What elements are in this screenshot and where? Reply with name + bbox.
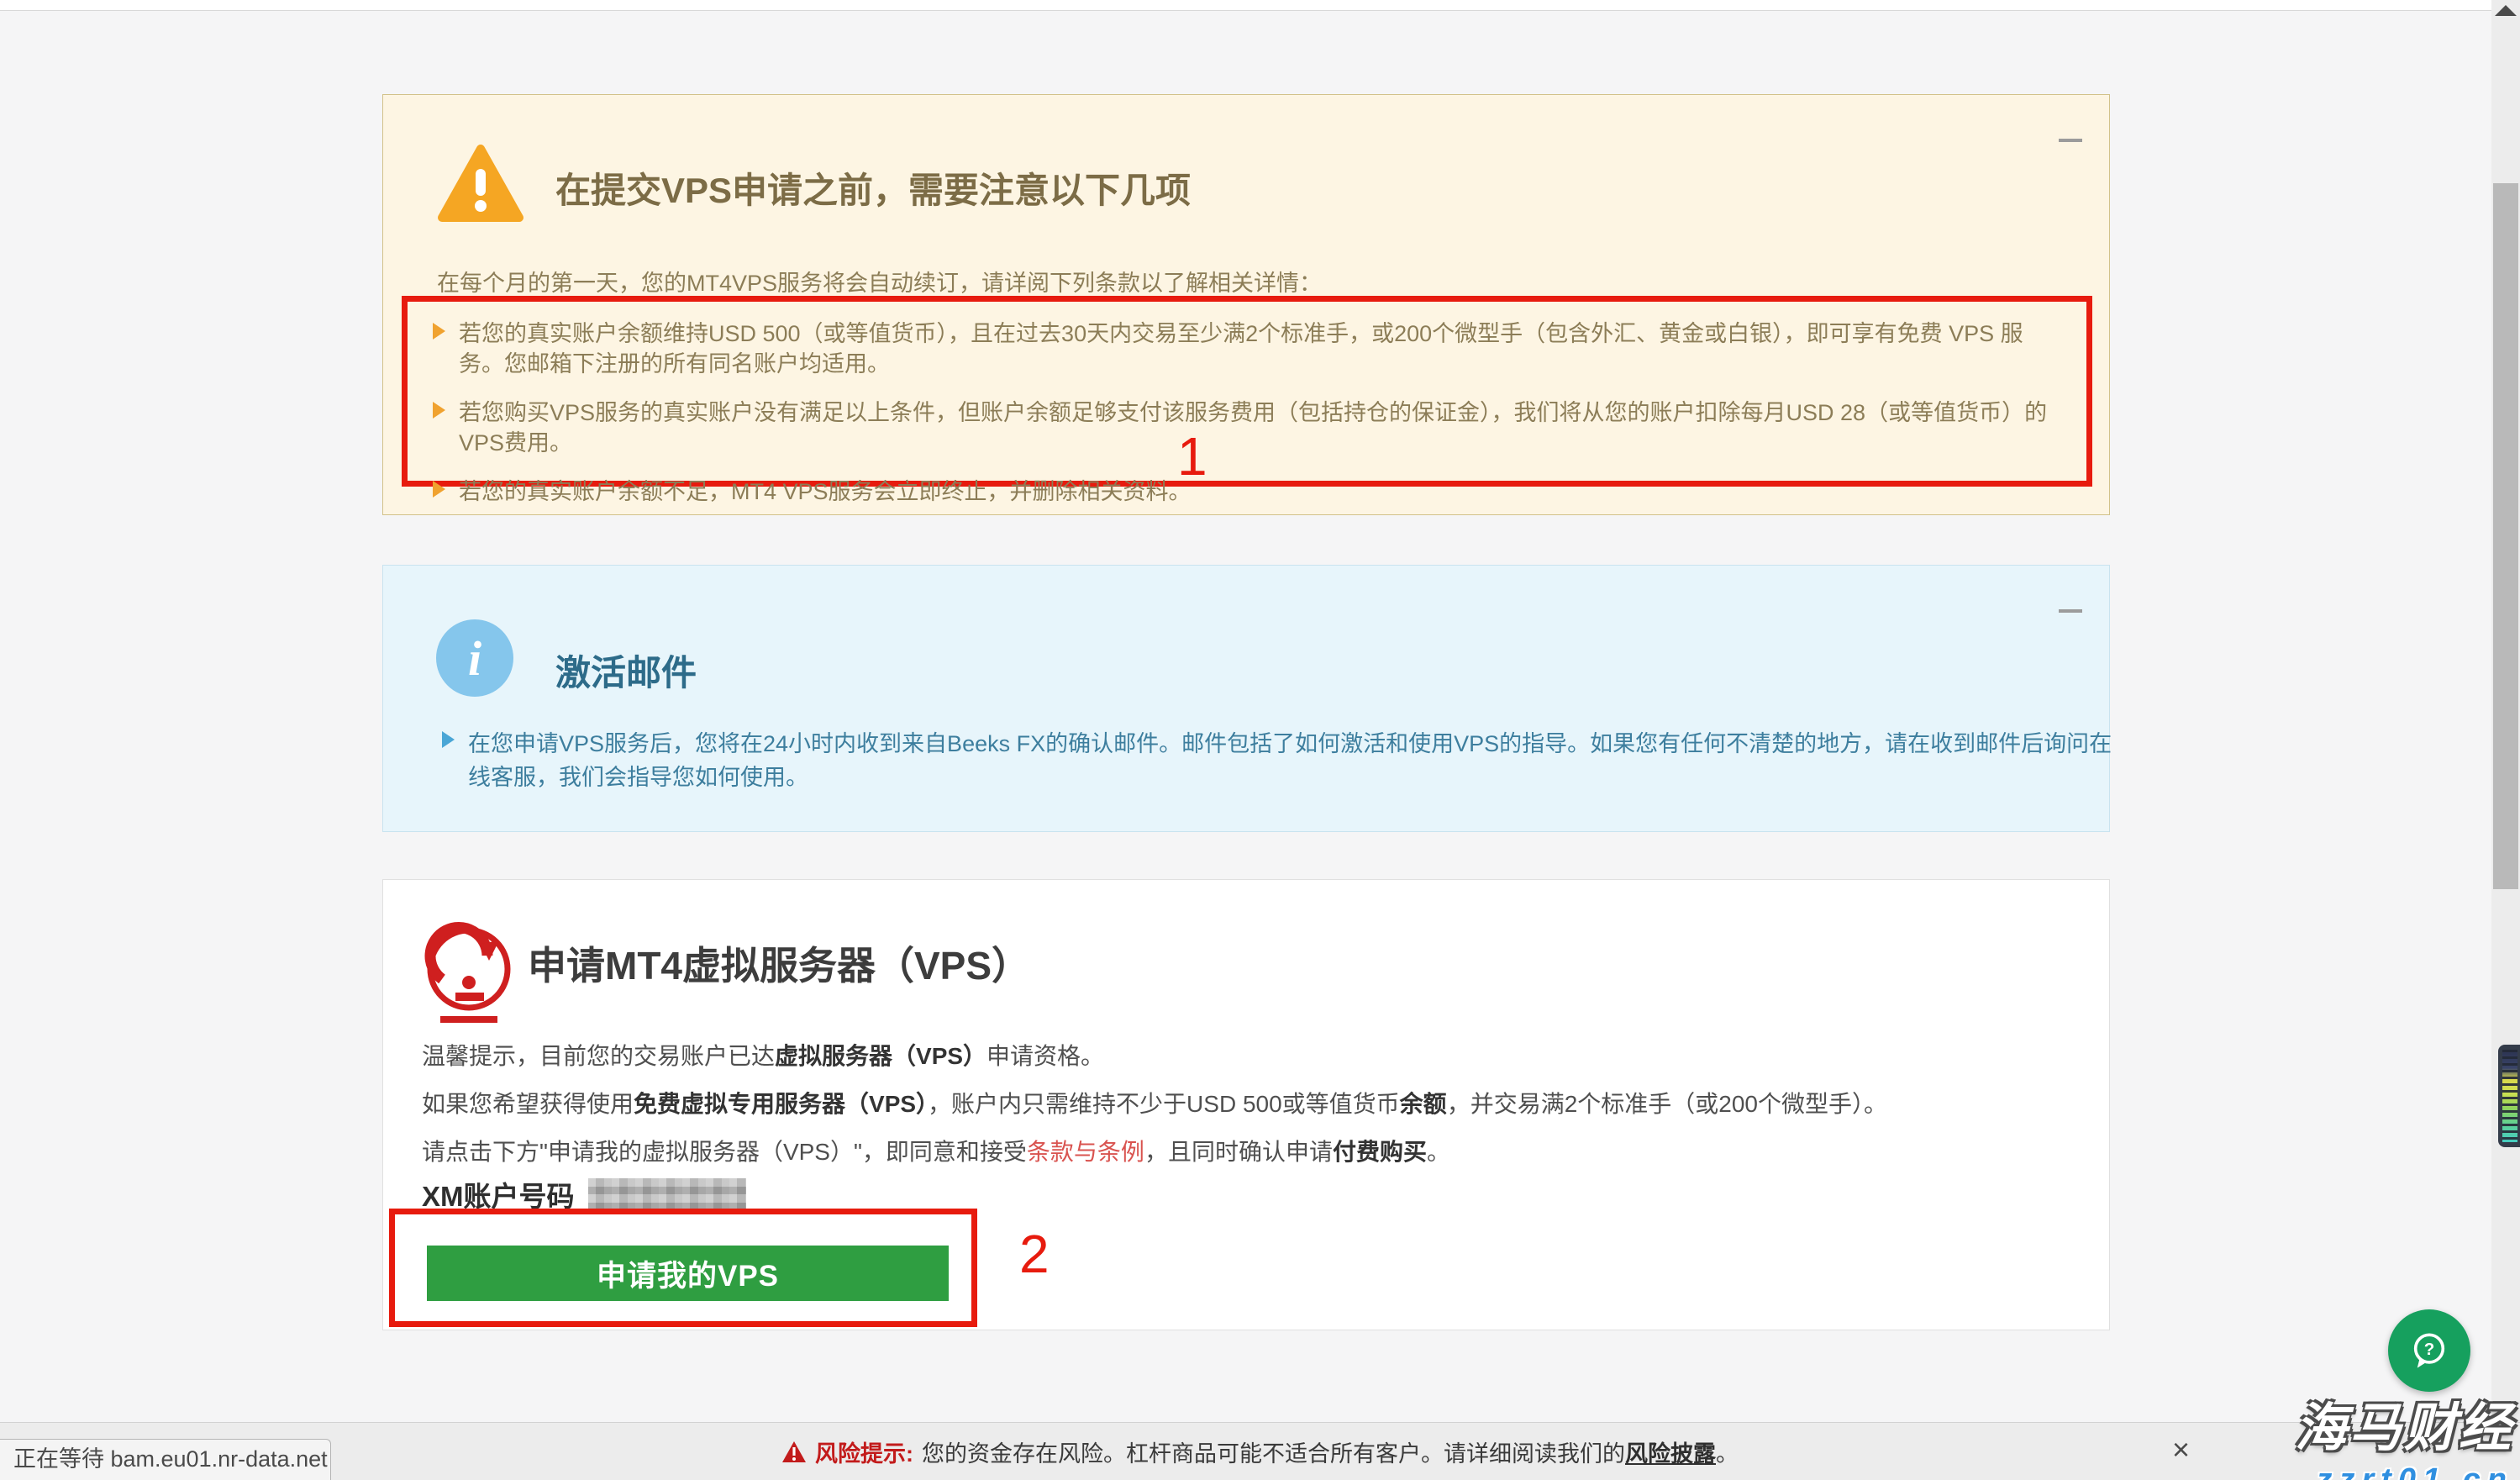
warning-item-text: 若您购买VPS服务的真实账户没有满足以上条件，但账户余额足够支付该服务费用（包括… [459, 398, 2055, 458]
risk-warning-icon [781, 1440, 807, 1463]
info-icon: i [436, 619, 513, 697]
text-run: 申请资格。 [986, 1043, 1104, 1069]
text-run: ，并交易满2个标准手（或200个微型手）。 [1447, 1091, 1887, 1117]
text-run: 温馨提示，目前您的交易账户已达 [422, 1043, 775, 1069]
bullet-arrow-icon [442, 731, 455, 748]
watermark-brand: 海马财经 [2295, 1385, 2513, 1461]
list-item: 若您的真实账户余额不足，MT4 VPS服务会立即终止，并删除相关资料。 [428, 477, 2066, 507]
scrollbar[interactable] [2491, 0, 2520, 1422]
bullet-arrow-icon [433, 323, 445, 340]
scrollbar-up-arrow-icon[interactable] [2495, 5, 2517, 16]
apply-paragraph-2: 如果您希望获得使用免费虚拟专用服务器（VPS），账户内只需维持不少于USD 50… [422, 1086, 1887, 1119]
svg-text:?: ? [2424, 1340, 2435, 1359]
text-run: ，且同时确认申请 [1144, 1139, 1333, 1165]
text-run-bold: 虚拟服务器（VPS） [775, 1043, 986, 1069]
text-run-bold: 付费购买 [1333, 1139, 1427, 1165]
terms-and-conditions-link[interactable]: 条款与条例 [1027, 1139, 1144, 1165]
browser-status-text: 正在等待 bam.eu01.nr-data.net 的响应... [0, 1439, 331, 1480]
risk-disclosure-link[interactable]: 风险披露 [1625, 1441, 1716, 1467]
apply-card-title: 申请MT4虚拟服务器（VPS） [528, 935, 1030, 991]
annotation-step-2: 2 [1019, 1223, 1050, 1285]
info-item-text: 在您申请VPS服务后，您将在24小时内收到来自Beeks FX的确认邮件。邮件包… [468, 727, 2115, 794]
text-run: ，账户内只需维持不少于USD 500或等值货币 [928, 1091, 1400, 1117]
text-run-bold: 余额 [1400, 1091, 1447, 1117]
text-run: 。 [1427, 1139, 1450, 1165]
text-run-bold: 免费虚拟专用服务器（VPS） [634, 1091, 928, 1117]
annotation-box-2: 申请我的VPS [389, 1209, 977, 1327]
apply-vps-card: 申请MT4虚拟服务器（VPS） 温馨提示，目前您的交易账户已达虚拟服务器（VPS… [382, 879, 2110, 1330]
account-number-redacted [588, 1178, 746, 1210]
list-item: 在您申请VPS服务后，您将在24小时内收到来自Beeks FX的确认邮件。邮件包… [437, 727, 2115, 794]
close-icon[interactable]: × [2172, 1435, 2190, 1465]
side-panel-stripes [2502, 1050, 2517, 1142]
risk-label: 风险提示: [815, 1435, 913, 1468]
watermark: 海马财经 zzrt01.cn [2295, 1385, 2513, 1480]
bullet-arrow-icon [433, 402, 445, 419]
collapse-icon[interactable] [2059, 139, 2082, 142]
scrollbar-thumb[interactable] [2493, 183, 2518, 889]
text-run: 。 [1716, 1441, 1739, 1467]
warning-item-text: 若您的真实账户余额不足，MT4 VPS服务会立即终止，并删除相关资料。 [459, 477, 2055, 507]
annotation-step-1: 1 [1177, 425, 1207, 487]
warning-item-text: 若您的真实账户余额维持USD 500（或等值货币），且在过去30天内交易至少满2… [459, 319, 2055, 379]
side-panel-widget[interactable] [2498, 1045, 2520, 1147]
gauge-icon [418, 917, 519, 1026]
risk-disclosure-row: 风险提示: 您的资金存在风险。杠杆商品可能不适合所有客户。请详细阅读我们的风险披… [0, 1423, 2520, 1480]
browser-top-strip [0, 0, 2520, 11]
warning-triangle-icon [436, 144, 525, 224]
risk-disclosure-bar: 风险提示: 您的资金存在风险。杠杆商品可能不适合所有客户。请详细阅读我们的风险披… [0, 1422, 2520, 1480]
warning-intro-text: 在每个月的第一天，您的MT4VPS服务将会自动续订，请详阅下列条款以了解相关详情… [437, 265, 1322, 298]
bullet-arrow-icon [433, 481, 445, 498]
apply-paragraph-1: 温馨提示，目前您的交易账户已达虚拟服务器（VPS）申请资格。 [422, 1038, 1104, 1072]
help-button[interactable]: ? [2388, 1309, 2470, 1392]
text-run: 您的资金存在风险。杠杆商品可能不适合所有客户。请详细阅读我们的 [922, 1441, 1625, 1467]
info-card-title: 激活邮件 [555, 645, 697, 696]
help-chat-icon: ? [2405, 1326, 2454, 1375]
collapse-icon[interactable] [2059, 609, 2082, 613]
activation-email-card: i 激活邮件 在您申请VPS服务后，您将在24小时内收到来自Beeks FX的确… [382, 565, 2110, 832]
vps-warning-card: 在提交VPS申请之前，需要注意以下几项 在每个月的第一天，您的MT4VPS服务将… [382, 94, 2110, 515]
apply-vps-button[interactable]: 申请我的VPS [427, 1246, 949, 1301]
list-item: 若您购买VPS服务的真实账户没有满足以上条件，但账户余额足够支付该服务费用（包括… [428, 398, 2066, 458]
warning-card-title: 在提交VPS申请之前，需要注意以下几项 [555, 162, 1191, 213]
watermark-url: zzrt01.cn [2295, 1462, 2513, 1480]
text-run: 如果您希望获得使用 [422, 1091, 634, 1117]
risk-text: 您的资金存在风险。杠杆商品可能不适合所有客户。请详细阅读我们的风险披露。 [922, 1435, 1739, 1468]
list-item: 若您的真实账户余额维持USD 500（或等值货币），且在过去30天内交易至少满2… [428, 319, 2066, 379]
annotation-box-1: 若您的真实账户余额维持USD 500（或等值货币），且在过去30天内交易至少满2… [402, 296, 2092, 487]
text-run: 请点击下方"申请我的虚拟服务器（VPS）"，即同意和接受 [422, 1139, 1027, 1165]
page-background: 在提交VPS申请之前，需要注意以下几项 在每个月的第一天，您的MT4VPS服务将… [0, 0, 2520, 1480]
apply-paragraph-3: 请点击下方"申请我的虚拟服务器（VPS）"，即同意和接受条款与条例，且同时确认申… [422, 1134, 1450, 1167]
